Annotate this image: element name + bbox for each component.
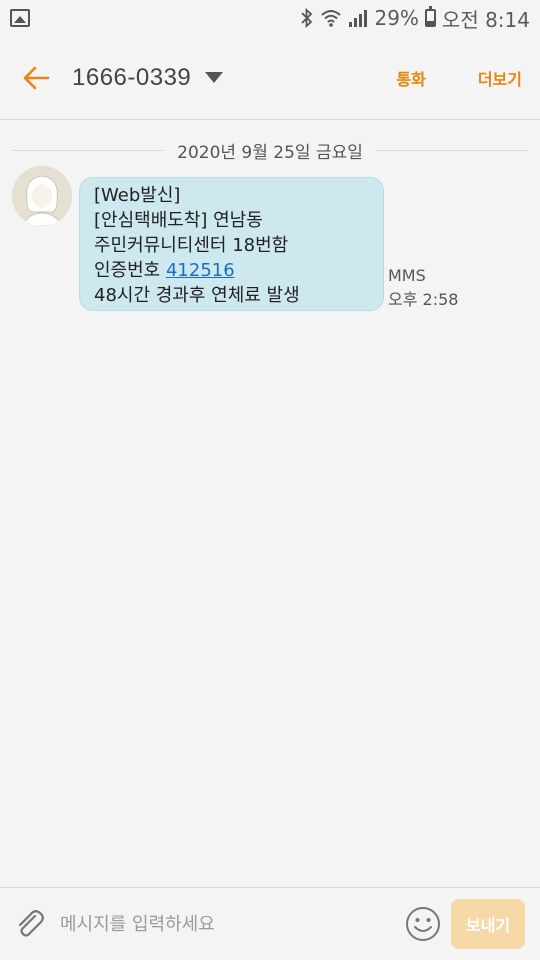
- app-bar: 1666-0339 통화 더보기: [0, 36, 540, 120]
- status-bar: 29% 오전 8:14: [0, 0, 540, 36]
- conversation-date: 2020년 9월 25일 금요일: [177, 142, 363, 163]
- verification-code-link[interactable]: 412516: [166, 260, 235, 281]
- smiley-icon: [406, 907, 440, 941]
- battery-percent: 29%: [374, 6, 419, 30]
- attach-button[interactable]: [0, 888, 60, 960]
- emoji-button[interactable]: [399, 888, 447, 960]
- message-type: MMS: [388, 266, 426, 285]
- message-line: [안심택배도착] 연남동: [94, 210, 263, 231]
- clock: 오전 8:14: [441, 7, 530, 32]
- code-label: 인증번호: [94, 260, 166, 281]
- chevron-down-icon: [205, 72, 224, 83]
- divider-line: [376, 149, 529, 151]
- divider-line: [12, 149, 164, 151]
- more-button[interactable]: 더보기: [460, 66, 540, 90]
- message-line: 주민커뮤니티센터 18번함: [94, 235, 289, 256]
- back-button[interactable]: [0, 36, 72, 120]
- bluetooth-icon: [301, 8, 313, 28]
- gallery-icon: [10, 9, 30, 27]
- message-line-code: 인증번호 412516: [94, 258, 369, 283]
- message-line: 48시간 경과후 연체료 발생: [94, 285, 300, 306]
- person-avatar[interactable]: [12, 166, 72, 226]
- send-button[interactable]: 보내기: [451, 899, 525, 949]
- message-time: 오후 2:58: [388, 290, 459, 309]
- compose-bar: 보내기: [0, 887, 540, 960]
- message-bubble[interactable]: [Web발신] [안심택배도착] 연남동 주민커뮤니티센터 18번함 인증번호 …: [79, 177, 384, 311]
- message-line: [Web발신]: [94, 185, 181, 206]
- paperclip-icon: [18, 910, 44, 937]
- call-button[interactable]: 통화: [378, 66, 443, 90]
- contact-number: 1666-0339: [72, 63, 192, 91]
- signal-icon: [349, 10, 368, 27]
- contact-selector[interactable]: 1666-0339: [72, 63, 224, 92]
- wifi-icon: [321, 10, 342, 27]
- date-divider: 2020년 9월 25일 금요일: [12, 136, 529, 164]
- person-icon: [12, 166, 72, 226]
- message-input[interactable]: [60, 913, 399, 935]
- battery-icon: [424, 6, 436, 27]
- arrow-left-icon: [23, 66, 50, 89]
- message-meta: MMS 오후 2:58: [388, 264, 458, 312]
